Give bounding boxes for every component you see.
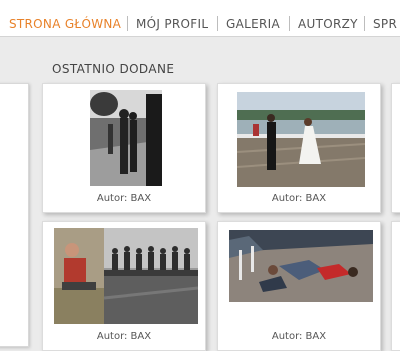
nav-item-home[interactable]: STRONA GŁÓWNA xyxy=(9,17,121,31)
main-nav: STRONA GŁÓWNA MÓJ PROFIL GALERIA AUTORZY… xyxy=(0,0,400,37)
nav-separator xyxy=(217,16,218,31)
photo-card[interactable]: Autor: BAX xyxy=(42,83,206,213)
photo-thumbnail[interactable] xyxy=(90,90,162,186)
nav-separator xyxy=(289,16,290,31)
photo-caption: Autor: BAX xyxy=(96,331,152,342)
nav-item-authors[interactable]: AUTORZY xyxy=(298,17,358,31)
photo-thumbnail[interactable] xyxy=(237,92,365,187)
photo-caption: Autor: BAX xyxy=(96,193,152,204)
photo-card[interactable]: Autor: BAX xyxy=(217,221,381,351)
photo-caption: Autor: BAX xyxy=(271,331,327,342)
photo-caption: Autor: BAX xyxy=(271,193,327,204)
photo-card[interactable]: Autor: BAX xyxy=(217,83,381,213)
nav-separator xyxy=(127,16,128,31)
photo-thumbnail[interactable] xyxy=(229,230,373,302)
nav-separator xyxy=(364,16,365,31)
photo-card[interactable]: Autor: BAX xyxy=(42,221,206,351)
left-panel xyxy=(0,83,29,347)
photo-card-partial[interactable] xyxy=(391,221,400,351)
nav-item-gallery[interactable]: GALERIA xyxy=(226,17,280,31)
nav-item-more[interactable]: SPR xyxy=(373,17,397,31)
nav-item-profile[interactable]: MÓJ PROFIL xyxy=(136,17,208,31)
section-title: OSTATNIO DODANE xyxy=(52,62,175,76)
photo-card-partial[interactable] xyxy=(391,83,400,213)
photo-thumbnail[interactable] xyxy=(54,228,198,324)
